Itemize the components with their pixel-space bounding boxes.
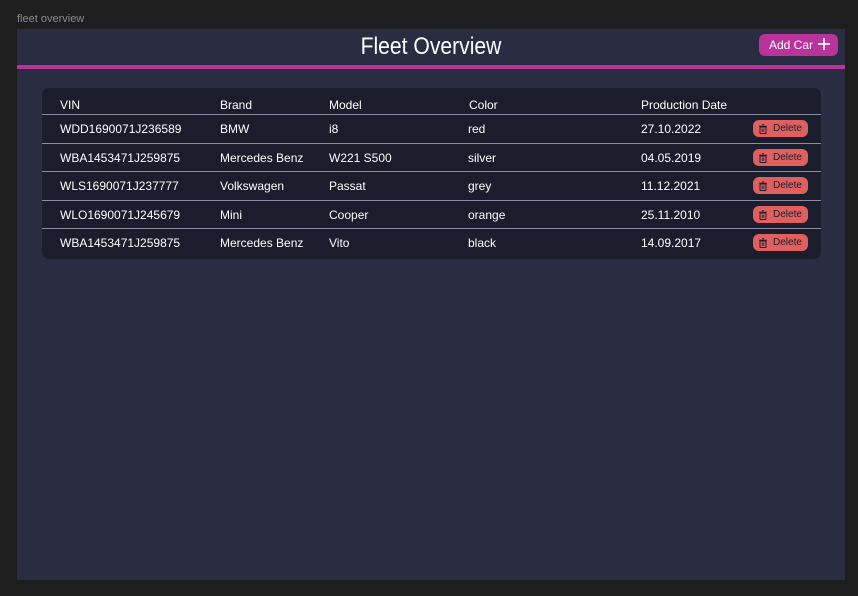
cell-vin: WBA1453471J259875 xyxy=(60,151,181,165)
cell-model: i8 xyxy=(329,122,339,136)
cell-model: Cooper xyxy=(329,208,369,222)
trash-icon xyxy=(759,152,767,163)
column-header-production-date: Production Date xyxy=(641,98,728,112)
cell-production-date: 14.09.2017 xyxy=(641,236,702,250)
delete-button[interactable]: Delete xyxy=(753,120,808,137)
cell-color: red xyxy=(468,122,486,136)
table-row: WBA1453471J259875 Mercedes Benz Vito black 1… xyxy=(42,228,821,256)
cell-brand: Mercedes Benz xyxy=(220,236,304,250)
cell-color: black xyxy=(468,236,497,250)
delete-button[interactable]: Delete xyxy=(753,234,808,251)
fleet-overview-page: Fleet Overview Add Car VIN Brand Model C… xyxy=(17,29,845,580)
trash-icon xyxy=(759,237,767,248)
cell-brand: BMW xyxy=(220,122,250,136)
delete-button[interactable]: Delete xyxy=(753,206,808,223)
page-title: Fleet Overview xyxy=(360,33,502,60)
cell-model: W221 S500 xyxy=(329,151,392,165)
fleet-table: VIN Brand Model Color Production Date WD… xyxy=(42,88,821,259)
cell-model: Passat xyxy=(329,179,366,193)
table-row: WLO1690071J245679 Mini Cooper orange 25.11.2… xyxy=(42,200,821,228)
column-header-vin: VIN xyxy=(60,98,81,112)
cell-brand: Volkswagen xyxy=(220,179,285,193)
delete-button[interactable]: Delete xyxy=(753,177,808,194)
cell-brand: Mini xyxy=(220,208,243,222)
cell-vin: WLS1690071J237777 xyxy=(60,179,179,193)
column-header-brand: Brand xyxy=(220,98,253,112)
cell-vin: WLO1690071J245679 xyxy=(60,208,181,222)
cell-color: silver xyxy=(468,151,497,165)
cell-brand: Mercedes Benz xyxy=(220,151,304,165)
delete-label: Delete xyxy=(773,180,802,191)
trash-icon xyxy=(759,209,767,220)
cell-vin: WDD1690071J236589 xyxy=(60,122,182,136)
column-header-color: Color xyxy=(469,98,498,112)
table-row: WDD1690071J236589 BMW i8 red 27.10.2022 Delet… xyxy=(42,114,821,142)
cell-color: orange xyxy=(468,208,506,222)
cell-production-date: 11.12.2021 xyxy=(641,179,701,193)
delete-label: Delete xyxy=(773,123,802,134)
plus-icon xyxy=(818,38,830,50)
add-car-label: Add Car xyxy=(769,38,814,52)
add-car-button[interactable]: Add Car xyxy=(759,34,838,56)
trash-icon xyxy=(759,123,767,134)
header: Fleet Overview Add Car xyxy=(17,29,845,65)
column-header-model: Model xyxy=(329,98,362,112)
table-row: WLS1690071J237777 Volkswagen Passat grey 11.… xyxy=(42,171,821,199)
cell-color: grey xyxy=(468,179,492,193)
delete-button[interactable]: Delete xyxy=(753,149,808,166)
delete-label: Delete xyxy=(773,152,802,163)
cell-production-date: 04.05.2019 xyxy=(641,151,702,165)
cell-production-date: 25.11.2010 xyxy=(641,208,701,222)
cell-model: Vito xyxy=(329,236,350,250)
header-divider xyxy=(17,65,845,69)
frame-label: fleet overview xyxy=(17,13,85,25)
delete-label: Delete xyxy=(773,237,802,248)
cell-production-date: 27.10.2022 xyxy=(641,122,702,136)
trash-icon xyxy=(759,180,767,191)
cell-vin: WBA1453471J259875 xyxy=(60,236,181,250)
delete-label: Delete xyxy=(773,209,802,220)
table-row: WBA1453471J259875 Mercedes Benz W221 S500 s… xyxy=(42,143,821,171)
